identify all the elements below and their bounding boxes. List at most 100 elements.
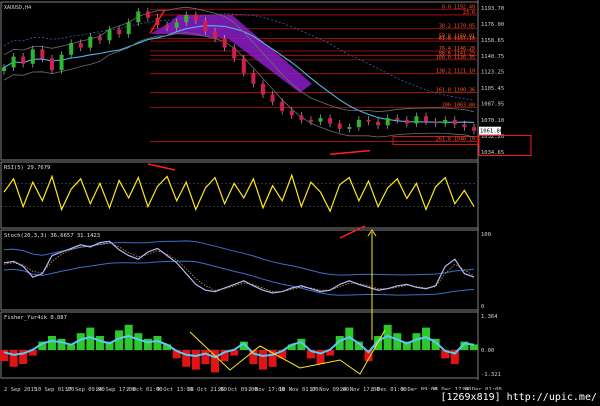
candle-body [289, 110, 294, 116]
candle-body [165, 24, 170, 28]
candle-body [347, 127, 352, 129]
annotation-zigzag [189, 329, 386, 375]
fisher-hist-bar [201, 350, 210, 364]
fib-label: 61.8 1157.15 [439, 36, 475, 42]
fisher-hist-bar [134, 333, 143, 350]
candle-body [30, 49, 35, 64]
candle-body [337, 123, 342, 129]
fisher-hist-bar [95, 336, 104, 350]
candle-body [11, 56, 16, 68]
price-tick-label: 1193.70 [481, 6, 504, 12]
fisher-hist-bar [258, 350, 267, 370]
fisher-hist-bar [0, 350, 8, 362]
candle-body [184, 15, 189, 23]
fib-label: 200 1083.80 [442, 102, 475, 108]
x-tick-label: 2 Sep 2015 [4, 387, 37, 393]
candle-body [443, 119, 448, 124]
price-tick-label: 1052.20 [481, 134, 504, 140]
candle-body [424, 116, 429, 122]
price-tick-label: 1087.95 [481, 102, 504, 108]
fib-label: 138.2 1121.10 [436, 69, 475, 75]
fisher-hist-bar [47, 336, 56, 350]
candle-body [40, 49, 45, 59]
price-tick-label: 1123.25 [481, 70, 504, 76]
candle-body [88, 36, 93, 48]
watermark: [1269x819] http://upic.me/ [414, 390, 600, 406]
fisher-hist-bar [182, 350, 191, 367]
candle-body [193, 15, 198, 21]
divergence-arrow [329, 149, 371, 155]
candle-body [452, 119, 457, 125]
fib-label: 100.0 1136.35 [436, 55, 475, 61]
candle-body [241, 58, 246, 73]
candle-body [203, 20, 208, 32]
candle-body [299, 115, 304, 120]
price-tick-label: 1034.65 [481, 150, 504, 156]
candle-body [69, 43, 74, 55]
price-tick-label: 1140.75 [481, 54, 504, 60]
candle-body [328, 118, 333, 124]
fib-label: 38.2 1170.85 [439, 24, 475, 30]
candle-body [280, 101, 285, 111]
candle-body [414, 116, 419, 124]
candle-body [117, 29, 122, 35]
stoch-band-line [3, 240, 475, 276]
candle-body [222, 38, 227, 48]
stoch-tick-label: 100 [481, 232, 491, 238]
candle-body [49, 58, 54, 71]
candle-body [462, 124, 467, 128]
rsi-line [3, 173, 475, 213]
candle-body [78, 43, 83, 48]
price-tick-label: 1176.00 [481, 22, 504, 28]
price-tick-label: 1158.65 [481, 38, 504, 44]
candle-body [376, 121, 381, 126]
candle-body [145, 11, 150, 18]
fib-label: 161.8 1100.36 [436, 87, 475, 93]
current-price-text: 1061.80 [480, 129, 503, 135]
candle-body [260, 83, 265, 95]
candle-body [472, 127, 476, 131]
price-tick-label: 1070.10 [481, 118, 504, 124]
price-tick-label: 1105.45 [481, 86, 504, 92]
stoch-label: Stoch(20,3,3) 36.6657 31.1423 [4, 233, 100, 239]
candle-body [404, 119, 409, 124]
fisher-tick-label: 1.364 [481, 314, 498, 320]
candle-body [395, 118, 400, 120]
candle-body [2, 67, 6, 72]
fib-label: 261.8 1046.10 [436, 136, 475, 142]
candle-body [318, 118, 323, 122]
candle-body [107, 29, 112, 41]
rsi-label: RSI(5) 29.7679 [4, 165, 50, 171]
candle-body [270, 94, 275, 102]
candle-body [366, 119, 371, 122]
divergence-arrow [147, 163, 176, 171]
candle-body [136, 11, 141, 23]
fisher-hist-bar [191, 350, 200, 370]
candle-body [433, 121, 438, 124]
fisher-hist-bar [9, 350, 18, 367]
symbol-label: XAUUSD,H4 [4, 5, 31, 11]
candle-body [126, 22, 131, 35]
candle-body [356, 119, 361, 128]
candle-body [97, 36, 102, 41]
candle-body [251, 72, 256, 84]
fib-label: 23.6 [463, 10, 475, 16]
stoch-panel-frame [0, 229, 479, 311]
candle-body [174, 22, 179, 28]
fisher-label: Fisher_Yur4ik 0.087 [4, 315, 67, 321]
fisher-hist-bar [57, 338, 66, 350]
stoch-tick-label: 0 [481, 304, 484, 310]
candle-body [385, 118, 390, 126]
stoch-band-line [3, 260, 475, 296]
fisher-tick-label: -1.321 [481, 372, 501, 378]
candle-body [213, 31, 218, 39]
candle-body [308, 119, 313, 122]
candle-body [232, 47, 237, 59]
candle-body [21, 56, 26, 64]
zigzag-band [150, 15, 312, 93]
stoch-signal-line [3, 242, 475, 293]
fisher-tick-label: 0.00 [481, 348, 494, 354]
candle-body [59, 54, 64, 71]
rsi-panel-frame [0, 161, 479, 229]
trading-chart: 0.0 1192.4023.638.2 1170.8550.0 1160.016… [0, 0, 532, 393]
